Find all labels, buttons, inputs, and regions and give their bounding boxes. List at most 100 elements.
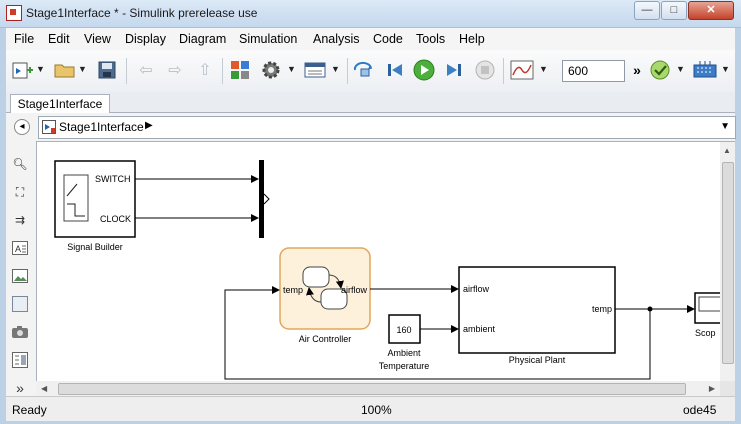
menu-display[interactable]: Display <box>125 32 166 46</box>
hide-browser-icon[interactable]: ◂ <box>14 119 30 135</box>
stop-time-input[interactable] <box>562 60 625 82</box>
block-diagram: SWITCH CLOCK Signal Builder temp airflow… <box>54 160 721 380</box>
vertical-scroll-thumb[interactable] <box>722 162 734 364</box>
forward-arrow-icon[interactable]: ⇨ <box>162 58 188 82</box>
address-dropdown-icon[interactable]: ▼ <box>720 121 730 132</box>
air-controller-name: Air Controller <box>299 334 352 344</box>
screenshot-camera-icon[interactable] <box>11 323 29 341</box>
library-browser-icon[interactable] <box>227 58 253 82</box>
stop-icon[interactable] <box>472 58 498 82</box>
menu-bar: File Edit View Display Diagram Simulatio… <box>6 28 735 50</box>
build-model-icon[interactable] <box>692 58 718 82</box>
menu-edit[interactable]: Edit <box>48 32 70 46</box>
tab-stage1interface[interactable]: Stage1Interface <box>10 94 110 113</box>
horizontal-scrollbar[interactable]: ◀ ▶ <box>36 381 720 396</box>
status-ready: Ready <box>12 403 47 417</box>
area-icon[interactable] <box>11 295 29 313</box>
advisor-dropdown-icon[interactable]: ▼ <box>676 64 685 74</box>
controller-in-port-label: temp <box>283 285 303 295</box>
step-forward-icon[interactable] <box>441 58 467 82</box>
scope-name: Scop <box>695 328 716 338</box>
model-tab-strip: Stage1Interface <box>6 92 735 113</box>
air-controller-block[interactable]: temp airflow Air Controller <box>279 247 371 344</box>
horizontal-scroll-thumb[interactable] <box>58 383 686 395</box>
window-title: Stage1Interface * - Simulink prerelease … <box>26 6 258 20</box>
toolbar-separator <box>347 58 348 84</box>
physical-plant-name: Physical Plant <box>509 355 566 365</box>
route-lines-icon[interactable]: ⇉ <box>11 211 29 229</box>
up-arrow-icon[interactable]: ⇧ <box>192 58 218 82</box>
save-icon[interactable] <box>94 58 120 82</box>
scope-block[interactable]: Scop <box>694 292 721 338</box>
ambient-constant-block[interactable]: 160 Ambient Temperature <box>379 314 430 371</box>
constant-name-line2: Temperature <box>379 361 430 371</box>
build-dropdown-icon[interactable]: ▼ <box>721 64 730 74</box>
plant-in-port-airflow: airflow <box>463 284 490 294</box>
fit-to-view-icon[interactable]: ⛶ <box>11 183 29 201</box>
model-canvas[interactable]: SWITCH CLOCK Signal Builder temp airflow… <box>36 141 722 383</box>
model-icon <box>42 120 56 134</box>
address-bar: ◂ Stage1Interface ▶ ▼ <box>6 113 736 141</box>
image-icon[interactable] <box>11 267 29 285</box>
update-diagram-icon[interactable] <box>352 58 378 82</box>
signal-builder-block[interactable]: SWITCH CLOCK Signal Builder <box>54 160 136 252</box>
signal-builder-name: Signal Builder <box>67 242 123 252</box>
constant-name-line1: Ambient <box>387 348 421 358</box>
controller-out-port-label: airflow <box>341 285 368 295</box>
model-settings-gear-icon[interactable] <box>258 58 284 82</box>
expand-palette-icon[interactable]: » <box>11 379 29 397</box>
menu-view[interactable]: View <box>84 32 111 46</box>
model-browser-icon[interactable] <box>11 351 29 369</box>
toolbar-separator <box>503 58 504 84</box>
back-arrow-icon[interactable]: ⇦ <box>133 58 159 82</box>
new-model-dropdown-icon[interactable]: ▼ <box>36 64 45 74</box>
model-explorer-icon[interactable] <box>302 58 328 82</box>
port-clock-label: CLOCK <box>100 214 131 224</box>
title-bar: Stage1Interface * - Simulink prerelease … <box>0 0 741 28</box>
port-switch-label: SWITCH <box>95 174 131 184</box>
explorer-dropdown-icon[interactable]: ▼ <box>331 64 340 74</box>
step-back-icon[interactable] <box>382 58 408 82</box>
status-zoom[interactable]: 100% <box>361 403 392 417</box>
breadcrumb-arrow-icon[interactable]: ▶ <box>145 120 153 131</box>
simulation-data-inspector-icon[interactable] <box>509 58 535 82</box>
inspector-dropdown-icon[interactable]: ▼ <box>539 64 548 74</box>
mux-output-port <box>263 193 270 205</box>
svg-text:A: A <box>15 244 21 254</box>
menu-file[interactable]: File <box>14 32 34 46</box>
physical-plant-block[interactable]: airflow ambient temp Physical Plant <box>458 266 616 365</box>
maximize-button[interactable]: □ <box>661 1 687 20</box>
menu-simulation[interactable]: Simulation <box>239 32 297 46</box>
scroll-right-icon[interactable]: ▶ <box>709 384 715 393</box>
model-advisor-check-icon[interactable] <box>647 58 673 82</box>
settings-dropdown-icon[interactable]: ▼ <box>287 64 296 74</box>
block-diagram-palette: 🔍︎ ⛶ ⇉ A » <box>6 141 36 396</box>
constant-value: 160 <box>396 325 411 335</box>
vertical-scrollbar[interactable]: ▲ <box>720 141 735 382</box>
minimize-button[interactable]: — <box>634 1 660 20</box>
simulink-app-icon <box>6 5 22 21</box>
run-play-icon[interactable] <box>411 58 437 82</box>
scroll-up-icon[interactable]: ▲ <box>723 146 731 155</box>
open-dropdown-icon[interactable]: ▼ <box>78 64 87 74</box>
mux-block[interactable] <box>259 160 264 238</box>
menu-code[interactable]: Code <box>373 32 403 46</box>
menu-analysis[interactable]: Analysis <box>313 32 360 46</box>
new-model-icon[interactable] <box>10 58 36 82</box>
annotation-icon[interactable]: A <box>11 239 29 257</box>
scroll-corner <box>720 381 735 396</box>
menu-diagram[interactable]: Diagram <box>179 32 226 46</box>
open-folder-icon[interactable] <box>52 58 78 82</box>
breadcrumb-model[interactable]: Stage1Interface <box>59 120 144 134</box>
plant-in-port-ambient: ambient <box>463 324 496 334</box>
zoom-in-icon[interactable]: 🔍︎ <box>11 155 29 173</box>
toolbar: ▼ ▼ ⇦ ⇨ ⇧ ▼ ▼ ▼ » ▼ ▼ <box>6 50 735 93</box>
menu-help[interactable]: Help <box>459 32 485 46</box>
menu-tools[interactable]: Tools <box>416 32 445 46</box>
plant-out-port-temp: temp <box>592 304 612 314</box>
scroll-left-icon[interactable]: ◀ <box>41 384 47 393</box>
status-solver[interactable]: ode45 <box>683 403 716 417</box>
toolbar-separator <box>126 58 127 84</box>
model-path-box[interactable]: Stage1Interface ▶ ▼ <box>38 116 736 139</box>
close-button[interactable]: ✕ <box>688 1 734 20</box>
